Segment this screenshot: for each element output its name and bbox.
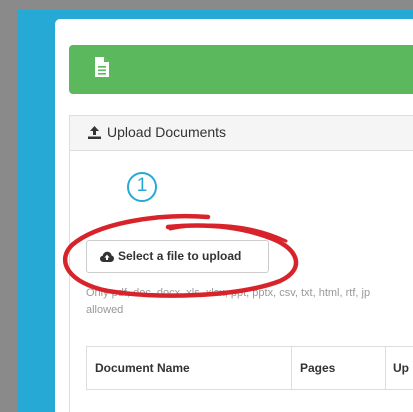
panel-title: Upload Documents — [107, 124, 227, 140]
select-file-label[interactable]: Select a file to upload — [118, 249, 241, 263]
document-icon — [95, 57, 109, 77]
page-header-bar — [69, 45, 413, 94]
column-header-uploaded[interactable]: Up — [393, 361, 413, 375]
cloud-upload-icon — [100, 251, 114, 262]
column-divider — [291, 346, 292, 390]
column-header-document-name[interactable]: Document Name — [95, 361, 190, 375]
allowed-types-text-2: allowed — [86, 304, 124, 316]
allowed-types-text: Only pdf, doc, docx, xls, xlsx, ppt, ppt… — [86, 287, 371, 299]
column-divider — [385, 346, 386, 390]
upload-icon — [88, 126, 101, 139]
step-number: 1 — [136, 175, 148, 196]
column-header-pages[interactable]: Pages — [300, 361, 335, 375]
